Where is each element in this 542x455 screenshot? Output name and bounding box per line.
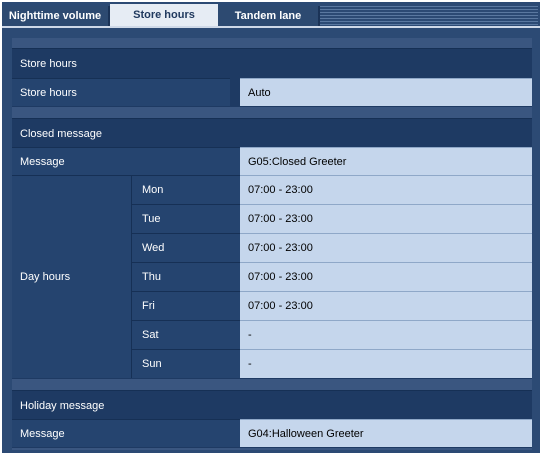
section-title-closed-message: Closed message bbox=[20, 128, 102, 140]
day-label-sat: Sat bbox=[132, 320, 240, 349]
day-hours-fri[interactable]: 07:00 - 23:00 bbox=[240, 291, 532, 320]
day-hours-sat[interactable]: - bbox=[240, 320, 532, 349]
store-hours-section: Store hours Store hours Auto bbox=[12, 48, 532, 107]
day-label-mon: Mon bbox=[132, 175, 240, 204]
closed-message-section: Closed message Message G05:Closed Greete… bbox=[12, 118, 532, 379]
settings-panel: Store hours Store hours Auto Closed mess… bbox=[12, 38, 532, 450]
settings-window: Nighttime volume Store hours Tandem lane… bbox=[2, 2, 540, 453]
tab-tandem-lane[interactable]: Tandem lane bbox=[218, 6, 320, 26]
day-hours-label: Day hours bbox=[12, 175, 132, 378]
day-hours-sun[interactable]: - bbox=[240, 349, 532, 378]
store-hours-value[interactable]: Auto bbox=[240, 78, 532, 106]
tab-bar-filler bbox=[320, 6, 538, 27]
day-label-sun: Sun bbox=[132, 349, 240, 378]
section-title-holiday-message: Holiday message bbox=[20, 400, 105, 412]
day-label-thu: Thu bbox=[132, 262, 240, 291]
day-label-wed: Wed bbox=[132, 233, 240, 262]
holiday-message-value[interactable]: G04:Halloween Greeter bbox=[240, 419, 532, 447]
holiday-message-label: Message bbox=[12, 419, 240, 447]
tab-nighttime-volume[interactable]: Nighttime volume bbox=[2, 6, 110, 26]
day-hours-tue[interactable]: 07:00 - 23:00 bbox=[240, 204, 532, 233]
section-title-store-hours: Store hours bbox=[20, 58, 77, 70]
day-label-fri: Fri bbox=[132, 291, 240, 320]
closed-message-label: Message bbox=[12, 147, 240, 175]
day-hours-wed[interactable]: 07:00 - 23:00 bbox=[240, 233, 532, 262]
day-hours-thu[interactable]: 07:00 - 23:00 bbox=[240, 262, 532, 291]
tab-bar: Nighttime volume Store hours Tandem lane bbox=[2, 2, 540, 27]
store-hours-label: Store hours bbox=[12, 78, 230, 106]
closed-message-value[interactable]: G05:Closed Greeter bbox=[240, 147, 532, 175]
holiday-message-section: Holiday message Message G04:Halloween Gr… bbox=[12, 390, 532, 448]
tab-underline bbox=[2, 26, 540, 28]
tab-store-hours[interactable]: Store hours bbox=[110, 4, 218, 26]
day-hours-mon[interactable]: 07:00 - 23:00 bbox=[240, 175, 532, 204]
day-label-tue: Tue bbox=[132, 204, 240, 233]
